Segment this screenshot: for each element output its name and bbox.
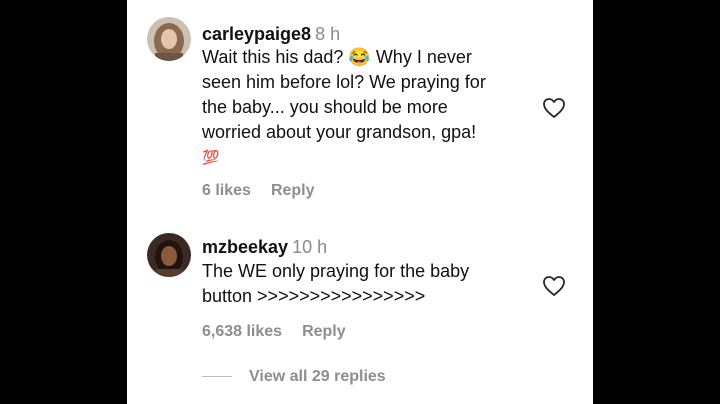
comment-username[interactable]: carleypaige8 — [202, 24, 311, 44]
view-replies-label: View all 29 replies — [249, 368, 386, 385]
likes-count[interactable]: 6 likes — [202, 182, 251, 199]
comment-text-line: seen him before lol? We praying for — [202, 72, 486, 92]
comment-text-line: Wait this his dad? 😂 Why I never — [202, 47, 472, 67]
comment-text-line: the baby... you should be more — [202, 97, 448, 117]
comment-text-line: button >>>>>>>>>>>>>>>> — [202, 286, 426, 306]
comment-text-line: The WE only praying for the baby — [202, 261, 470, 281]
reply-button[interactable]: Reply — [271, 182, 315, 199]
avatar[interactable] — [147, 17, 191, 61]
heart-outline-icon[interactable] — [542, 97, 566, 119]
comment-text: The WE only praying for the baby button … — [202, 259, 532, 309]
reply-button[interactable]: Reply — [302, 323, 346, 340]
heart-outline-icon[interactable] — [542, 275, 566, 297]
comments-panel: carleypaige8 8 h Wait this his dad? 😂 Why… — [127, 0, 593, 404]
comment-text-line: 💯 — [202, 149, 220, 165]
comment-username[interactable]: mzbeekay — [202, 237, 288, 257]
comment-text-line: worried about your grandson, gpa! — [202, 122, 477, 142]
avatar[interactable] — [147, 233, 191, 277]
view-replies-button[interactable]: View all 29 replies — [202, 368, 386, 386]
comment-time: 10 h — [292, 237, 328, 257]
replies-divider — [202, 376, 232, 378]
comment-text: Wait this his dad? 😂 Why I never seen hi… — [202, 45, 532, 170]
likes-count[interactable]: 6,638 likes — [202, 323, 282, 340]
comment-time: 8 h — [315, 24, 341, 44]
